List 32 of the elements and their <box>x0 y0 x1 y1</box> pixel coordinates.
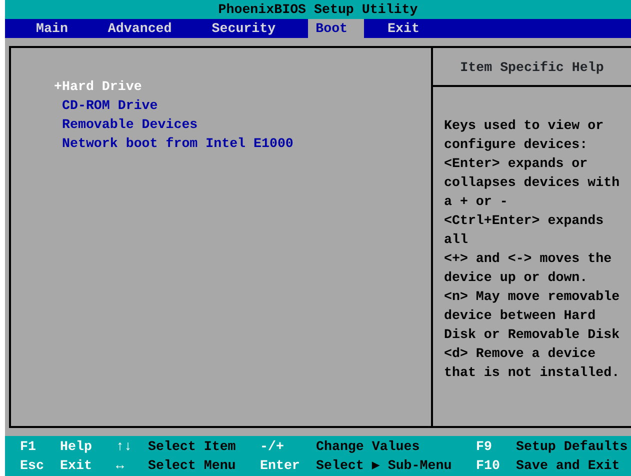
key-label: F1 <box>20 439 36 454</box>
key-label: ↑↓ <box>116 439 132 454</box>
menu-tab[interactable]: Main <box>28 19 84 38</box>
boot-device-item[interactable]: Network boot from Intel E1000 <box>54 134 431 153</box>
key-action-label: Change Values <box>316 439 420 454</box>
help-text: <d> Remove a device that is not installed. <box>444 345 620 382</box>
key-label: Esc <box>20 458 44 473</box>
window-title: PhoenixBIOS Setup Utility <box>218 2 418 17</box>
help-text: Keys used to view or configure devices: <box>444 117 605 154</box>
key-label: F9 <box>476 439 492 454</box>
menu-tab[interactable]: Security <box>204 19 292 38</box>
key-action-label: Exit <box>60 458 92 473</box>
key-label: F10 <box>476 458 500 473</box>
key-label: ↔ <box>116 458 124 473</box>
key-action-label: Select Item <box>148 439 236 454</box>
key-action-label: Setup Defaults <box>516 439 628 454</box>
key-action-label: Select Menu <box>148 458 236 473</box>
menu-tab[interactable]: Advanced <box>100 19 188 38</box>
help-text: <Enter> expands or collapses devices with a + or - <box>444 155 620 211</box>
help-text: <n> May move removable device between Hard Disk or Removable Disk <box>444 288 620 344</box>
key-action-label: Select ▶ Sub-Menu <box>316 458 452 473</box>
key-label: Enter <box>260 458 300 473</box>
help-text: <Ctrl+Enter> expands all <box>444 212 605 249</box>
help-title: Item Specific Help <box>460 60 604 75</box>
key-label: -/+ <box>260 439 284 454</box>
menu-tab[interactable]: Boot <box>308 19 364 38</box>
boot-device-item[interactable]: CD-ROM Drive <box>54 96 431 115</box>
boot-device-item[interactable]: Removable Devices <box>54 115 431 134</box>
help-text: <+> and <-> moves the device up or down. <box>444 250 613 287</box>
key-action-label: Help <box>60 439 92 454</box>
menu-tab[interactable]: Exit <box>380 19 436 38</box>
key-action-label: Save and Exit <box>516 458 620 473</box>
